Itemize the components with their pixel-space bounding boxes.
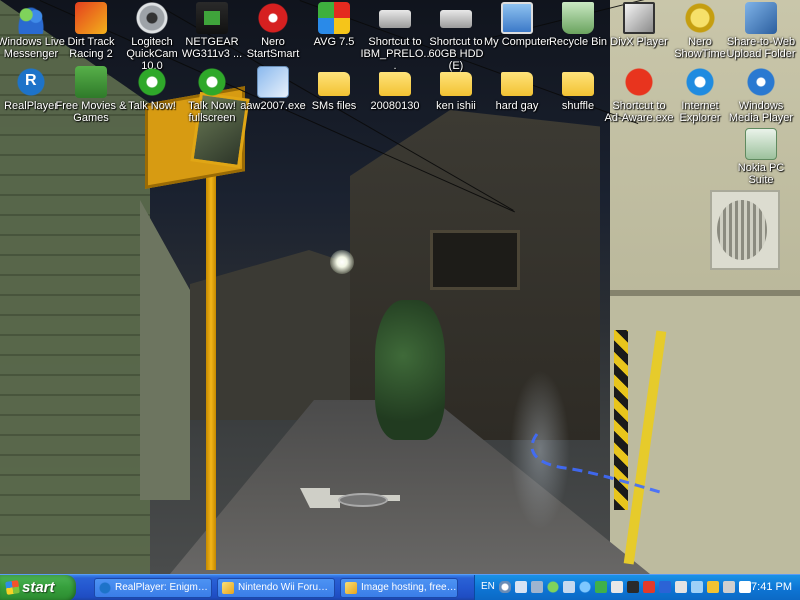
tray-volume-icon[interactable] (611, 581, 623, 593)
media-player-icon (745, 66, 777, 98)
share-folder-icon (745, 2, 777, 34)
wallpaper-tree (375, 300, 445, 440)
folder-icon (501, 72, 533, 96)
browser-icon (222, 582, 234, 594)
nokia-icon (745, 128, 777, 160)
tray-play-icon[interactable] (739, 581, 751, 593)
desktop-icon-label: Windows Media Player (728, 100, 794, 124)
wallpaper-light-trail (530, 433, 661, 494)
ie-icon (684, 66, 716, 98)
realplayer-icon (99, 582, 111, 594)
taskbar-button-nintendo-wii-forum[interactable]: Nintendo Wii Forum - ... (217, 578, 335, 598)
taskbar: start RealPlayer: Enigma, ... Nintendo W… (0, 574, 800, 600)
drive-icon (440, 10, 472, 28)
wallpaper-wall-segment (140, 200, 190, 500)
tray-security-icon[interactable] (675, 581, 687, 593)
tray-tools-icon[interactable] (723, 581, 735, 593)
taskbar-button-image-hosting[interactable]: Image hosting, free p... (340, 578, 458, 598)
start-button[interactable]: start (0, 575, 76, 600)
start-label: start (22, 579, 55, 596)
tray-network-icon[interactable] (515, 581, 527, 593)
tray-chat-icon[interactable] (691, 581, 703, 593)
messenger-icon (15, 2, 47, 34)
desktop-icon-nokia-pc-suite[interactable]: Nokia PC Suite (724, 128, 798, 186)
language-indicator[interactable]: EN (481, 581, 495, 592)
taskbar-button-label: Nintendo Wii Forum - ... (238, 582, 335, 593)
exe-icon (257, 66, 289, 98)
wallpaper-window (430, 230, 520, 290)
folder-icon (379, 72, 411, 96)
tray-device-icon[interactable] (627, 581, 639, 593)
talk-icon (136, 66, 168, 98)
webcam-icon (136, 2, 168, 34)
movies-icon (75, 66, 107, 98)
desktop[interactable]: Windows Live Messenger Dirt Track Racing… (0, 0, 800, 574)
windows-logo-icon (5, 580, 20, 595)
antivirus-icon (318, 2, 350, 34)
adaware-icon (623, 66, 655, 98)
wallpaper-ac-grill (717, 200, 767, 260)
taskbar-button-label: RealPlayer: Enigma, ... (115, 582, 212, 593)
showtime-icon (684, 2, 716, 34)
divx-icon (623, 2, 655, 34)
wallpaper-manhole (338, 493, 388, 507)
network-card-icon (196, 2, 228, 34)
desktop-icon-windows-media-player[interactable]: Windows Media Player (724, 66, 798, 124)
computer-icon (501, 2, 533, 34)
desktop-icon-label: Share-to-Web Upload Folder (726, 36, 796, 60)
wallpaper-yellow-pole (206, 160, 216, 570)
clock[interactable]: 7:41 PM (751, 581, 792, 593)
talk-icon (196, 66, 228, 98)
realplayer-icon (15, 66, 47, 98)
tray-messenger-icon[interactable] (547, 581, 559, 593)
wallpaper-streetlight (330, 250, 354, 274)
system-tray: EN 7:41 PM (474, 575, 800, 600)
folder-icon (440, 72, 472, 96)
recycle-bin-icon (562, 2, 594, 34)
tray-update-icon[interactable] (563, 581, 575, 593)
tray-antivirus-icon[interactable] (595, 581, 607, 593)
taskbar-button-label: Image hosting, free p... (361, 582, 458, 593)
tray-app-icon[interactable] (707, 581, 719, 593)
tray-alert-icon[interactable] (643, 581, 655, 593)
nero-icon (257, 2, 289, 34)
tray-media-icon[interactable] (499, 581, 511, 593)
tray-bluetooth-icon[interactable] (659, 581, 671, 593)
folder-icon (562, 72, 594, 96)
taskbar-button-realplayer[interactable]: RealPlayer: Enigma, ... (94, 578, 212, 598)
browser-icon (345, 582, 357, 594)
game-icon (75, 2, 107, 34)
tray-display-icon[interactable] (531, 581, 543, 593)
drive-icon (379, 10, 411, 28)
desktop-icon-label: Nokia PC Suite (737, 162, 785, 186)
folder-icon (318, 72, 350, 96)
desktop-icon-share-to-web[interactable]: Share-to-Web Upload Folder (724, 2, 798, 60)
tray-globe-icon[interactable] (579, 581, 591, 593)
